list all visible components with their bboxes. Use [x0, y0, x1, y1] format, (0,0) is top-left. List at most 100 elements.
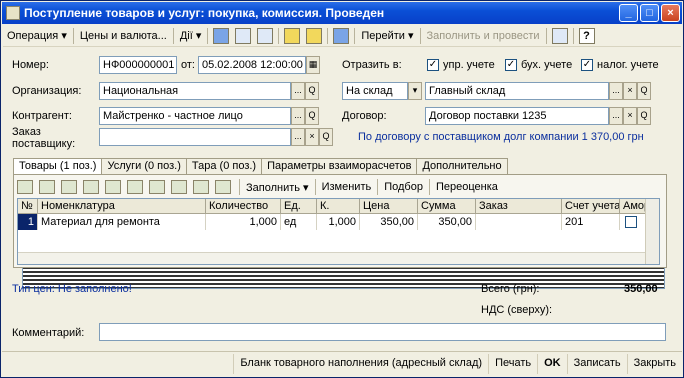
row-unit[interactable]: ед [281, 214, 317, 230]
row-number[interactable]: 1 [18, 214, 38, 230]
close-button[interactable]: Закрыть [626, 353, 682, 374]
fill-menu[interactable]: Заполнить ▾ [242, 178, 313, 196]
col-order[interactable]: Заказ [476, 199, 562, 214]
clear-icon[interactable]: × [623, 82, 637, 100]
col-account[interactable]: Счет учета [562, 199, 620, 214]
row-qty[interactable]: 1,000 [206, 214, 281, 230]
warehouse-field[interactable]: Главный склад [425, 82, 609, 100]
organization-field[interactable]: Национальная [99, 82, 291, 100]
from-label: от: [181, 59, 195, 71]
open-icon[interactable]: Q [319, 128, 333, 146]
actions-menu[interactable]: Дії ▾ [176, 27, 206, 45]
select-button[interactable]: ... [609, 82, 623, 100]
print-button[interactable]: Печать [488, 353, 537, 374]
goto-menu[interactable]: Перейти ▾ [357, 27, 417, 45]
post-document-icon[interactable] [284, 27, 301, 44]
horizontal-scrollbar[interactable] [18, 252, 645, 264]
separator [172, 27, 174, 44]
tab-containers[interactable]: Тара (0 поз.) [185, 158, 263, 175]
number-field[interactable]: НФ000000001 [99, 56, 177, 74]
add-row-icon[interactable] [17, 180, 33, 194]
structure-icon[interactable] [551, 27, 568, 44]
separator [239, 179, 240, 195]
save-button[interactable]: Записать [566, 353, 627, 374]
date-field[interactable]: 05.02.2008 12:00:00 [198, 56, 306, 74]
order-label-line2: поставщику: [12, 138, 76, 150]
window-title: Поступление товаров и услуг: покупка, ко… [24, 6, 385, 20]
add-copy-icon[interactable] [39, 180, 55, 194]
order-label: Заказ [12, 126, 41, 138]
calendar-icon[interactable]: ▦ [306, 56, 320, 74]
move-down-icon[interactable] [149, 180, 165, 194]
open-icon[interactable]: Q [637, 82, 651, 100]
edit-row-icon[interactable] [61, 180, 77, 194]
debt-info-link[interactable]: По договору с поставщиком долг компании … [358, 131, 644, 143]
select-button[interactable]: ... [609, 107, 623, 125]
amortization-checkbox[interactable] [625, 216, 637, 228]
row-account[interactable]: 201 [562, 214, 620, 230]
vertical-scrollbar[interactable] [645, 199, 659, 264]
fill-and-post-button[interactable]: Заполнить и провести [423, 27, 544, 45]
row-order[interactable] [476, 214, 562, 230]
open-icon[interactable]: Q [305, 82, 319, 100]
counterparty-field[interactable]: Майстренко - частное лицо [99, 107, 291, 125]
move-up-icon[interactable] [127, 180, 143, 194]
row-item[interactable]: Материал для ремонта [38, 214, 206, 230]
end-edit-icon[interactable] [105, 180, 121, 194]
unpost-document-icon[interactable] [306, 27, 323, 44]
warehouse-type-select[interactable]: На склад [342, 82, 408, 100]
separator [428, 179, 430, 195]
help-icon[interactable]: ? [578, 27, 595, 44]
chevron-down-icon[interactable]: ▾ [408, 82, 422, 100]
based-on-icon[interactable] [333, 27, 350, 44]
select-button[interactable]: ... [291, 107, 305, 125]
col-unit[interactable]: Ед. [281, 199, 317, 214]
tab-strip: Товары (1 поз.) Услуги (0 поз.) Тара (0 … [13, 158, 508, 176]
operation-menu[interactable]: Операция ▾ [3, 27, 71, 45]
col-price[interactable]: Цена [360, 199, 418, 214]
col-item[interactable]: Номенклатура [38, 199, 206, 214]
col-sum[interactable]: Сумма [418, 199, 476, 214]
clear-icon[interactable]: × [305, 128, 319, 146]
contract-field[interactable]: Договор поставки 1235 [425, 107, 609, 125]
ok-button[interactable]: OK [537, 353, 567, 374]
open-icon[interactable]: Q [637, 107, 651, 125]
tax-accounting-checkbox[interactable]: ✓ [581, 59, 593, 71]
separator [354, 27, 356, 44]
open-icon[interactable]: Q [305, 107, 319, 125]
price-type-link[interactable]: Тип цен: Не заполнено! [12, 283, 132, 295]
separator [207, 27, 209, 44]
comment-field[interactable] [99, 323, 666, 341]
delete-row-icon[interactable] [83, 180, 99, 194]
revalue-button[interactable]: Переоценка [432, 178, 502, 196]
barcode-icon[interactable] [215, 180, 231, 194]
tab-additional[interactable]: Дополнительно [416, 158, 508, 175]
sort-desc-icon[interactable] [193, 180, 209, 194]
maximize-button[interactable]: □ [640, 4, 659, 22]
row-sum[interactable]: 350,00 [418, 214, 476, 230]
change-button[interactable]: Изменить [318, 178, 376, 196]
select-button[interactable]: ... [291, 128, 305, 146]
prices-currency-button[interactable]: Цены и валюта... [76, 27, 171, 45]
close-window-button[interactable]: × [661, 4, 680, 22]
sort-asc-icon[interactable] [171, 180, 187, 194]
col-qty[interactable]: Количество [206, 199, 281, 214]
copy-icon[interactable] [257, 27, 274, 44]
goods-fill-form-button[interactable]: Бланк товарного наполнения (адресный скл… [233, 353, 488, 374]
mgmt-accounting-checkbox[interactable]: ✓ [427, 59, 439, 71]
pick-button[interactable]: Подбор [380, 178, 427, 196]
table-row[interactable]: 1 Материал для ремонта 1,000 ед 1,000 35… [18, 214, 659, 230]
row-k[interactable]: 1,000 [317, 214, 360, 230]
tab-settlement-params[interactable]: Параметры взаиморасчетов [261, 158, 418, 175]
refresh-icon[interactable] [235, 27, 252, 44]
select-button[interactable]: ... [291, 82, 305, 100]
tab-services[interactable]: Услуги (0 поз.) [101, 158, 187, 175]
clear-icon[interactable]: × [623, 107, 637, 125]
supplier-order-field[interactable] [99, 128, 291, 146]
bookkeeping-checkbox[interactable]: ✓ [505, 59, 517, 71]
arrow-left-icon[interactable] [213, 27, 230, 44]
row-price[interactable]: 350,00 [360, 214, 418, 230]
minimize-button[interactable]: _ [619, 4, 638, 22]
col-n[interactable]: № [18, 199, 38, 214]
col-k[interactable]: К. [317, 199, 360, 214]
